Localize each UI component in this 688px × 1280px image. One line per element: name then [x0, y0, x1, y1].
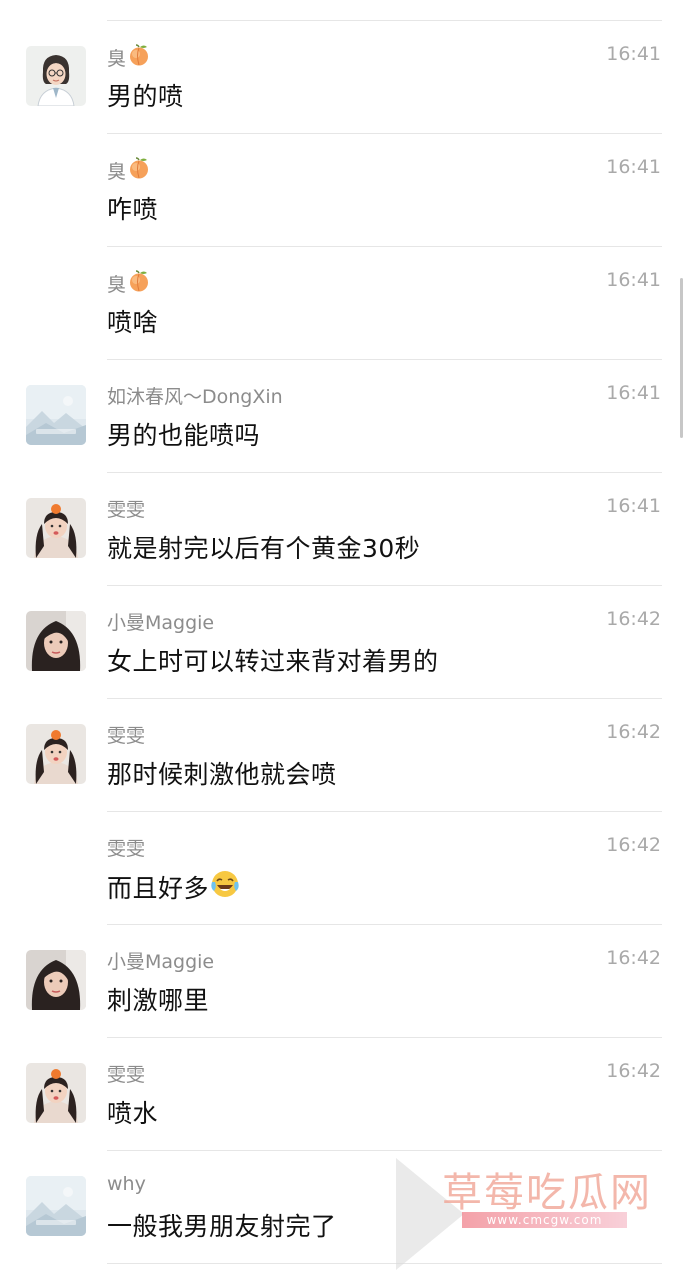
message-time: 16:41	[606, 495, 661, 517]
message-row[interactable]: 臭 16:41 喷啥	[0, 247, 688, 360]
message-text[interactable]: 就是射完以后有个黄金30秒	[107, 529, 420, 565]
sender-name: why	[107, 1173, 146, 1195]
message-text[interactable]: 男的喷	[107, 77, 184, 113]
message-time: 16:42	[606, 608, 661, 630]
sender-name: 臭	[107, 269, 151, 298]
avatar-woman-photo[interactable]	[26, 950, 86, 1010]
avatar-landscape-placeholder[interactable]	[26, 385, 86, 445]
sender-name: 雯雯	[107, 838, 146, 860]
sender-name: 如沐春风～DongXin	[107, 386, 283, 408]
message-row[interactable]: 小曼Maggie 16:42 刺激哪里	[0, 925, 688, 1038]
sender-name: 雯雯	[107, 499, 146, 521]
chat-message-list[interactable]: 臭 16:41 男的喷 臭 16:41 咋喷 臭 16:41 喷啥 如沐春风～D…	[0, 0, 688, 1280]
message-time: 16:41	[606, 269, 661, 291]
message-text[interactable]: 女上时可以转过来背对着男的	[107, 642, 439, 678]
divider	[107, 1263, 662, 1264]
sender-name: 臭	[107, 156, 151, 185]
message-row[interactable]: 小曼Maggie 16:42 女上时可以转过来背对着男的	[0, 586, 688, 699]
peach-emoji	[127, 43, 151, 72]
avatar-girl-orange-hat[interactable]	[26, 1063, 86, 1123]
message-time: 16:42	[606, 834, 661, 856]
laughing-crying-emoji	[209, 868, 241, 906]
message-text[interactable]: 而且好多	[107, 868, 241, 906]
message-row[interactable]: why 一般我男朋友射完了	[0, 1151, 688, 1264]
sender-name: 小曼Maggie	[107, 612, 215, 634]
peach-emoji	[127, 269, 151, 298]
sender-name: 雯雯	[107, 725, 146, 747]
message-time: 16:42	[606, 947, 661, 969]
message-row[interactable]: 臭 16:41 咋喷	[0, 134, 688, 247]
avatar-girl-orange-hat[interactable]	[26, 724, 86, 784]
message-row[interactable]: 雯雯 16:41 就是射完以后有个黄金30秒	[0, 473, 688, 586]
message-time: 16:42	[606, 1060, 661, 1082]
message-row[interactable]: 雯雯 16:42 而且好多	[0, 812, 688, 925]
message-text[interactable]: 一般我男朋友射完了	[107, 1207, 337, 1243]
message-row[interactable]: 雯雯 16:42 喷水	[0, 1038, 688, 1151]
avatar-landscape-placeholder[interactable]	[26, 1176, 86, 1236]
message-text[interactable]: 咋喷	[107, 190, 158, 226]
message-text[interactable]: 那时候刺激他就会喷	[107, 755, 337, 791]
message-time: 16:41	[606, 156, 661, 178]
message-text[interactable]: 男的也能喷吗	[107, 416, 260, 452]
sender-name: 臭	[107, 43, 151, 72]
message-row[interactable]: 如沐春风～DongXin 16:41 男的也能喷吗	[0, 360, 688, 473]
sender-name: 小曼Maggie	[107, 951, 215, 973]
message-row[interactable]: 雯雯 16:42 那时候刺激他就会喷	[0, 699, 688, 812]
avatar-cartoon-woman-glasses[interactable]	[26, 46, 86, 106]
message-time: 16:41	[606, 382, 661, 404]
message-time: 16:42	[606, 721, 661, 743]
message-text[interactable]: 喷水	[107, 1094, 158, 1130]
scrollbar[interactable]	[680, 278, 683, 438]
message-row[interactable]: 臭 16:41 男的喷	[0, 21, 688, 134]
message-text[interactable]: 刺激哪里	[107, 981, 209, 1017]
peach-emoji	[127, 156, 151, 185]
sender-name: 雯雯	[107, 1064, 146, 1086]
avatar-girl-orange-hat[interactable]	[26, 498, 86, 558]
message-text[interactable]: 喷啥	[107, 303, 158, 339]
avatar-woman-photo[interactable]	[26, 611, 86, 671]
message-time: 16:41	[606, 43, 661, 65]
